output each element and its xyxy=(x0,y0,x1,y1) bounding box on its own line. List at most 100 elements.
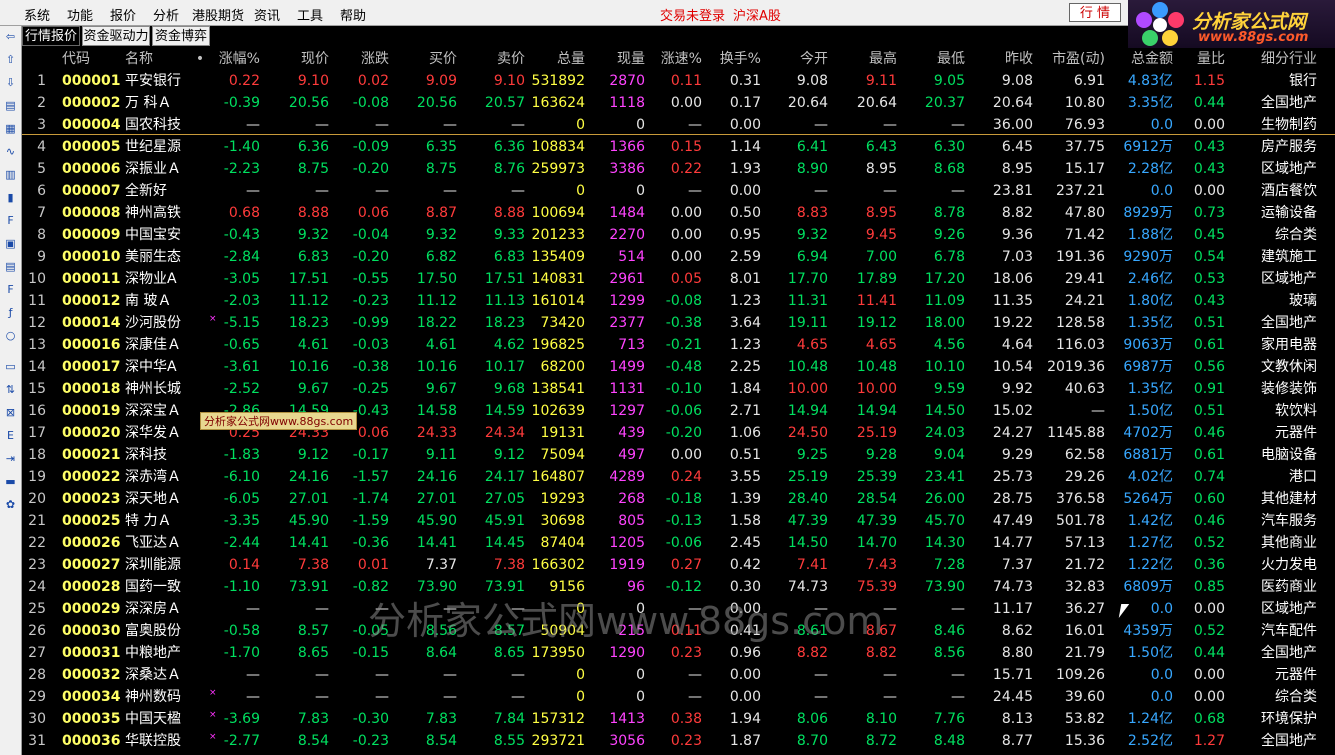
menu-hk-futures[interactable]: 港股期货 xyxy=(192,5,244,24)
table-row[interactable]: 3 000004 国农科技 — — — — —0 0—0.00— — —36.00 76.93 0.0 0… xyxy=(22,114,1335,136)
circle-icon[interactable]: ○ xyxy=(3,329,18,342)
table-row[interactable]: 15 000018 神州长城 -2.52 9.67 -0.25 9.67 9.68 138541… xyxy=(22,378,1335,400)
column-header[interactable]: 涨幅% xyxy=(212,48,260,70)
formula-icon[interactable]: ƒ xyxy=(3,306,18,319)
table-row[interactable]: 20 000023 深天地Ａ -6.05 27.01 -1.74 27.01 27.05 192… xyxy=(22,488,1335,510)
f10-icon[interactable]: F xyxy=(3,214,18,227)
tab-fund-game[interactable]: 资金博弈 xyxy=(152,26,210,46)
table-row[interactable]: 22 000026 飞亚达Ａ -2.44 14.41 -0.36 14.41 14.45 874… xyxy=(22,532,1335,554)
table-icon[interactable]: ▦ xyxy=(3,122,18,135)
kline-icon[interactable]: ▮ xyxy=(3,191,18,204)
table-row[interactable]: 28 000032 深桑达Ａ — — — — —0 0—0.00— — —15.71 109.26 0.… xyxy=(22,664,1335,686)
menu-tools[interactable]: 工具 xyxy=(297,5,323,24)
table-row[interactable]: 10 000011 深物业A -3.05 17.51 -0.55 17.50 17.51 140… xyxy=(22,268,1335,290)
arrow-up-icon[interactable]: ⇧ xyxy=(3,53,18,66)
column-header[interactable]: 今开 xyxy=(767,48,828,70)
menu-analysis[interactable]: 分析 xyxy=(153,5,179,24)
arrow-left-icon[interactable]: ⇦ xyxy=(3,30,18,43)
table-row[interactable]: 18 000021 深科技 -1.83 9.12 -0.17 9.11 9.12 75094 49… xyxy=(22,444,1335,466)
table-row[interactable]: 12 000014 沙河股份 × -5.15 18.23 -0.99 18.22 18.23 73… xyxy=(22,312,1335,334)
column-header[interactable]: 涨速% xyxy=(647,48,702,70)
column-header[interactable]: 细分行业 xyxy=(1232,48,1317,70)
report-icon[interactable]: ▤ xyxy=(3,99,18,112)
prev-close: 9.36 xyxy=(1001,227,1033,243)
column-header[interactable]: 涨跌 xyxy=(329,48,389,70)
menu-system[interactable]: 系统 xyxy=(24,5,50,24)
volume-ratio: 0.44 xyxy=(1193,95,1225,111)
stock-name: 深中华A xyxy=(125,359,177,375)
prev-close: 11.35 xyxy=(992,293,1033,309)
table-row[interactable]: 6 000007 全新好 — — — — —0 0—0.00— — —23.81 237.21 0.0 0… xyxy=(22,180,1335,202)
etf-icon[interactable]: E xyxy=(3,429,18,442)
zoom-icon[interactable]: ⊠ xyxy=(3,406,18,419)
table-row[interactable]: 9 000010 美丽生态 -2.84 6.83 -0.20 6.82 6.83 135409 5… xyxy=(22,246,1335,268)
pe-ratio: — xyxy=(1091,403,1105,419)
price-open: 8.83 xyxy=(796,205,828,221)
table-header: 代码 名称 • 涨幅% 现价 涨跌 买价 卖价 总量 现量 涨速% 换手% 今开 最高 最低 昨收 市盈(动) 总… xyxy=(22,48,1335,70)
table-row[interactable]: 19 000022 深赤湾Ａ -6.10 24.16 -1.57 24.16 24.17 164… xyxy=(22,466,1335,488)
table-row[interactable]: 11 000012 南 玻Ａ -2.03 11.12 -0.23 11.12 11.13 161… xyxy=(22,290,1335,312)
column-header[interactable]: 买价 xyxy=(395,48,457,70)
price-bid: 10.16 xyxy=(416,359,457,375)
table-row[interactable]: 1 000001 平安银行 0.22 9.10 0.02 9.09 9.10 531892 287… xyxy=(22,70,1335,92)
column-header[interactable]: 总金额 xyxy=(1107,48,1173,70)
table-row[interactable]: 8 000009 中国宝安 -0.43 9.32 -0.04 9.32 9.33 201233 2… xyxy=(22,224,1335,246)
menu-function[interactable]: 功能 xyxy=(67,5,93,24)
candle-chart-icon[interactable]: ▥ xyxy=(3,168,18,181)
table-row[interactable]: 14 000017 深中华A -3.61 10.16 -0.38 10.16 10.17 682… xyxy=(22,356,1335,378)
column-header[interactable]: • xyxy=(194,48,206,70)
table-row[interactable]: 4 000005 世纪星源 -1.40 6.36 -0.09 6.35 6.36 108834 1… xyxy=(22,136,1335,158)
price-open: — xyxy=(814,667,828,683)
table-row[interactable]: 7 000008 神州高铁 0.68 8.88 0.06 8.87 8.88 100694 148… xyxy=(22,202,1335,224)
volume: 102639 xyxy=(531,403,585,419)
tab-fund-drive[interactable]: 资金驱动力 xyxy=(82,26,150,46)
industry: 建筑施工 xyxy=(1261,249,1317,265)
column-header[interactable]: 昨收 xyxy=(970,48,1033,70)
table-row[interactable]: 23 000027 深圳能源 0.14 7.38 0.01 7.37 7.38 166302 19… xyxy=(22,554,1335,576)
sort-icon[interactable]: ⇅ xyxy=(3,383,18,396)
plugin-icon[interactable]: ✿ xyxy=(3,498,18,511)
table-row[interactable]: 30 000035 中国天楹 × -3.69 7.83 -0.30 7.83 7.84 15731… xyxy=(22,708,1335,730)
price-low: — xyxy=(951,667,965,683)
volume: 100694 xyxy=(531,205,585,221)
turnover: 0.96 xyxy=(729,645,761,661)
price-bid: 8.75 xyxy=(425,161,457,177)
table-row[interactable]: 31 000036 华联控股 × -2.77 8.54 -0.23 8.54 8.55 29372… xyxy=(22,730,1335,752)
column-header[interactable]: 现价 xyxy=(267,48,329,70)
menu-quote[interactable]: 报价 xyxy=(110,5,136,24)
table-row[interactable]: 13 000016 深康佳Ａ -0.65 4.61 -0.03 4.61 4.62 196825… xyxy=(22,334,1335,356)
tab-quotes[interactable]: 行情报价 xyxy=(22,26,80,46)
column-header[interactable]: 卖价 xyxy=(460,48,525,70)
table-row[interactable]: 29 000034 神州数码 × — — — — —0 0—0.00— — —24.45 39.60 0.… xyxy=(22,686,1335,708)
menu-news[interactable]: 资讯 xyxy=(254,5,280,24)
price-price: 4.61 xyxy=(297,337,329,353)
fiz-icon[interactable]: F xyxy=(3,283,18,296)
market-label[interactable]: 沪深A股 xyxy=(733,5,781,24)
column-header[interactable]: 换手% xyxy=(705,48,761,70)
stock-name: 神州高铁 xyxy=(125,205,181,221)
line-chart-icon[interactable]: ∿ xyxy=(3,145,18,158)
table-row[interactable]: 5 000006 深振业Ａ -2.23 8.75 -0.20 8.75 8.76 259973 3… xyxy=(22,158,1335,180)
quote-button[interactable]: 行 情 xyxy=(1069,3,1121,22)
column-header[interactable]: 量比 xyxy=(1173,48,1225,70)
table-row[interactable]: 2 000002 万 科Ａ -0.39 20.56 -0.08 20.56 20.57 1636… xyxy=(22,92,1335,114)
table-row[interactable]: 21 000025 特 力Ａ -3.35 45.90 -1.59 45.90 45.91 306… xyxy=(22,510,1335,532)
column-header[interactable]: 最低 xyxy=(900,48,965,70)
login-icon[interactable]: ⇥ xyxy=(3,452,18,465)
folder-icon[interactable]: ▭ xyxy=(3,360,18,373)
amount: 1.22亿 xyxy=(1127,557,1173,573)
printer-icon[interactable]: ▬ xyxy=(3,475,18,488)
speed: -0.18 xyxy=(665,491,702,507)
pe-ratio: 501.78 xyxy=(1056,513,1105,529)
document-icon[interactable]: ▣ xyxy=(3,237,18,250)
table-row[interactable]: 27 000031 中粮地产 -1.70 8.65 -0.15 8.64 8.65 173950… xyxy=(22,642,1335,664)
column-header[interactable]: 总量 xyxy=(527,48,585,70)
arrow-down-icon[interactable]: ⇩ xyxy=(3,76,18,89)
column-header[interactable]: 现量 xyxy=(588,48,645,70)
column-header[interactable]: 市盈(动) xyxy=(1037,48,1105,70)
notes-icon[interactable]: ▤ xyxy=(3,260,18,273)
volume-ratio: 0.52 xyxy=(1193,535,1225,551)
price-bid: 18.22 xyxy=(416,315,457,331)
menu-help[interactable]: 帮助 xyxy=(340,5,366,24)
column-header[interactable]: 最高 xyxy=(833,48,897,70)
